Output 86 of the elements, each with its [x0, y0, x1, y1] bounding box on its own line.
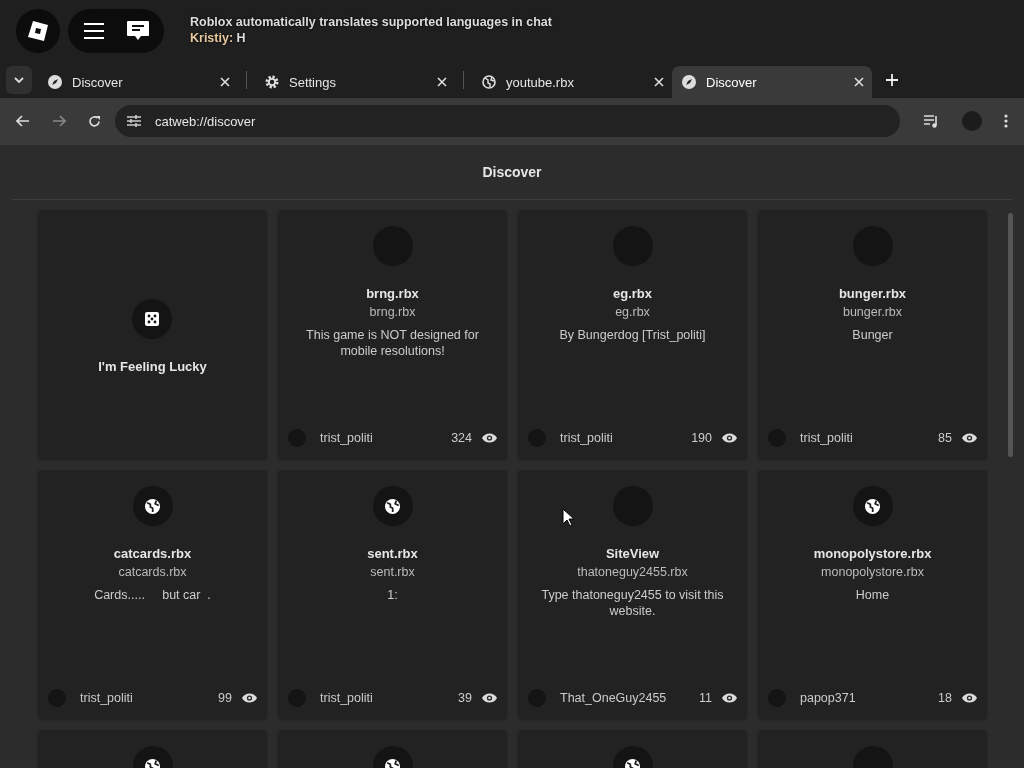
card-title: sent.rbx: [367, 546, 418, 561]
card-domain: bunger.rbx: [842, 305, 903, 319]
card-domain: eg.rbx: [615, 305, 650, 319]
site-card[interactable]: SiteView thatoneguy2455.rbx Type thatoneguy2455 to visit this website. That_OneGuy2455 11: [518, 470, 747, 719]
mouse-cursor-icon: [562, 508, 575, 527]
close-icon[interactable]: [854, 77, 864, 87]
chat-icon[interactable]: [126, 20, 150, 42]
card-description: 1:: [387, 587, 398, 603]
globe-icon: [372, 486, 413, 526]
playlist-icon[interactable]: [924, 114, 940, 128]
close-icon[interactable]: [220, 77, 230, 87]
card-description: Type thatoneguy2455 to visit this website.: [540, 587, 725, 619]
card-description: Home: [855, 587, 890, 603]
browser-tab[interactable]: youtube.rbx: [472, 66, 672, 98]
site-card[interactable]: brng.rbx brng.rbx This game is NOT designed for mobile resolutions! trist_politi 324: [278, 210, 507, 459]
tab-list-button[interactable]: [6, 66, 32, 94]
card-domain: monopolystore.rbx: [821, 565, 924, 579]
page-title: Discover: [482, 164, 542, 180]
view-count: 18: [938, 691, 952, 705]
card-title: catcards.rbx: [113, 546, 192, 561]
roblox-menu-button[interactable]: [16, 9, 60, 53]
eye-icon: [722, 433, 737, 443]
author-name: That_OneGuy2455: [560, 691, 668, 705]
chat-message: Kristiy: H: [190, 30, 247, 46]
settings-icon: [265, 75, 279, 89]
address-bar[interactable]: catweb://discover: [115, 105, 900, 137]
card-title: eg.rbx: [613, 286, 652, 301]
eye-icon: [722, 693, 737, 703]
reload-icon[interactable]: [88, 114, 101, 128]
scrollbar-thumb[interactable]: [1008, 213, 1013, 457]
more-icon[interactable]: [1004, 114, 1008, 128]
view-count: 324: [451, 431, 472, 445]
site-card[interactable]: eg.rbx eg.rbx By Bungerdog [Trist_politi] trist_politi 190: [518, 210, 747, 459]
globe-icon: [852, 486, 893, 526]
author-name: trist_politi: [560, 431, 614, 445]
chevron-down-icon: [14, 77, 24, 83]
site-card[interactable]: catcards.rbx catcards.rbx Cards..... but car . trist_politi 99: [38, 470, 267, 719]
card-title: SiteView: [605, 546, 660, 561]
card-description: By Bungerdog [Trist_politi]: [559, 327, 706, 343]
card-description: Bunger: [852, 327, 893, 343]
chat-message: Roblox automatically translates supported languages in chat: [190, 14, 553, 30]
eye-icon: [962, 433, 977, 443]
logo-icon: [27, 20, 49, 42]
card-domain: catcards.rbx: [118, 565, 187, 579]
eye-icon: [482, 433, 497, 443]
author-name: trist_politi: [800, 431, 854, 445]
new-tab-icon[interactable]: [886, 74, 898, 86]
card-title: bunger.rbx: [838, 286, 907, 301]
compass-icon: [682, 75, 696, 89]
card-domain: brng.rbx: [369, 305, 416, 319]
card-description: Cards..... but car .: [94, 587, 211, 603]
browser-tab[interactable]: Discover: [38, 66, 238, 98]
author-name: papop371: [800, 691, 857, 705]
eye-icon: [962, 693, 977, 703]
author-name: trist_politi: [320, 691, 374, 705]
card-domain: sent.rbx: [370, 565, 415, 579]
card-title: monopolystore.rbx: [813, 546, 932, 561]
site-card[interactable]: bunger.rbx bunger.rbx Bunger trist_politi 85: [758, 210, 987, 459]
close-icon[interactable]: [437, 77, 447, 87]
browser-tab[interactable]: Settings: [255, 66, 455, 98]
view-count: 190: [691, 431, 712, 445]
view-count: 39: [458, 691, 472, 705]
view-count: 99: [218, 691, 232, 705]
view-count: 85: [938, 431, 952, 445]
compass-icon: [48, 75, 62, 89]
view-count: 11: [699, 691, 712, 705]
eye-icon: [482, 693, 497, 703]
globe-icon: [132, 486, 173, 526]
menu-icon[interactable]: [84, 23, 104, 39]
site-card[interactable]: sent.rbx sent.rbx 1: trist_politi 39: [278, 470, 507, 719]
forward-icon[interactable]: [52, 115, 66, 127]
close-icon[interactable]: [654, 77, 664, 87]
author-name: trist_politi: [80, 691, 134, 705]
site-card[interactable]: monopolystore.rbx monopolystore.rbx Home papop371 18: [758, 470, 987, 719]
card-domain: thatoneguy2455.rbx: [577, 565, 688, 579]
card-title: I'm Feeling Lucky: [98, 359, 207, 374]
feeling-lucky-card[interactable]: I'm Feeling Lucky: [38, 210, 267, 459]
dice-icon: [132, 299, 173, 339]
card-description: This game is NOT designed for mobile resolutions!: [305, 327, 480, 359]
author-name: trist_politi: [320, 431, 374, 445]
card-title: brng.rbx: [366, 286, 419, 301]
browser-tab[interactable]: Discover: [672, 66, 872, 98]
back-icon[interactable]: [16, 115, 30, 127]
globe-icon: [482, 75, 496, 89]
eye-icon: [242, 693, 257, 703]
tune-icon: [127, 115, 141, 127]
